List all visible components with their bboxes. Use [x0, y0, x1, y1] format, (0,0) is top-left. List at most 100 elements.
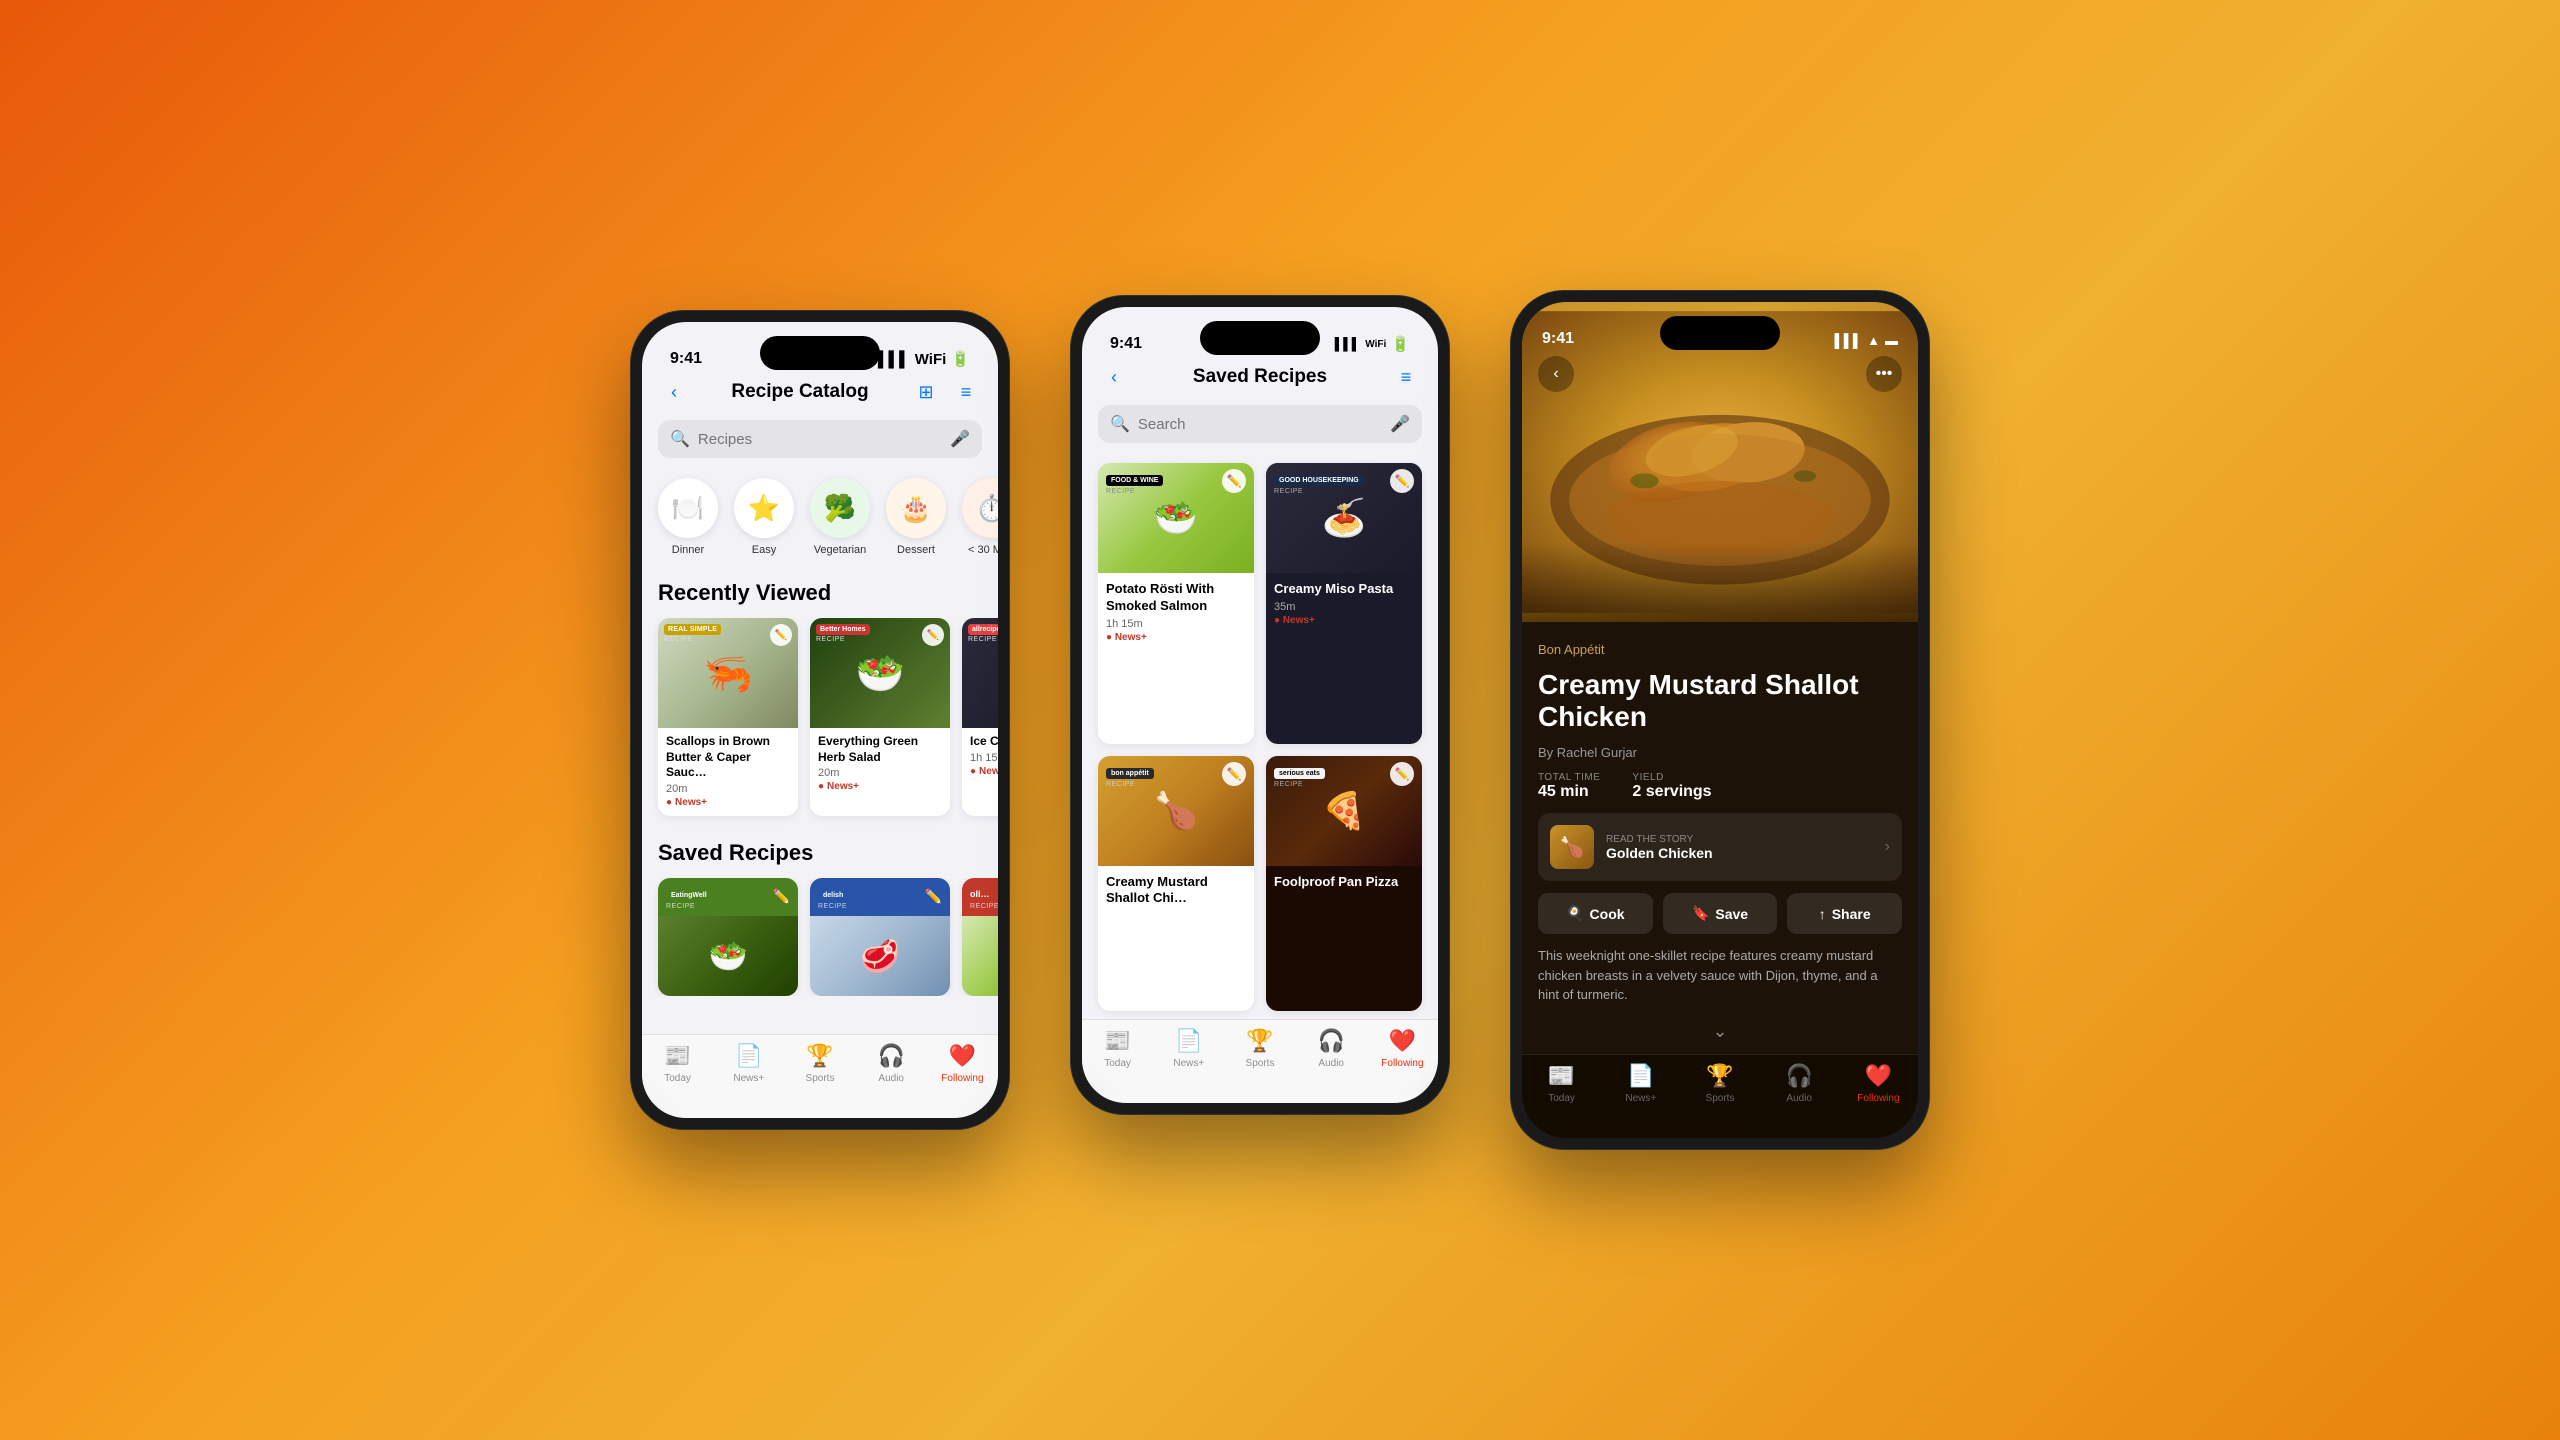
foodwine-badge: FOOD & WINE: [1106, 475, 1163, 486]
tab-newsplus-3[interactable]: 📄 News+: [1601, 1063, 1680, 1104]
tab-sports-1[interactable]: 🏆 Sports: [784, 1043, 855, 1084]
save-button[interactable]: 🔖 Save: [1663, 893, 1778, 934]
category-dessert[interactable]: 🎂 Dessert: [886, 478, 946, 556]
bonapp-badge: bon appétit: [1106, 768, 1154, 779]
tab-newsplus-1[interactable]: 📄 News+: [713, 1043, 784, 1084]
tab-today-1[interactable]: 📰 Today: [642, 1043, 713, 1084]
yield-value: 2 servings: [1632, 783, 1711, 800]
screen-saved-recipes: 9:41 ▌▌▌ WiFi 🔋 ‹ Saved Recipes ≡ 🔍 🎤: [1082, 307, 1438, 1103]
menu-icon-2[interactable]: ≡: [1390, 361, 1422, 393]
sports-label-1: Sports: [806, 1073, 835, 1084]
salad-title: Everything Green Herb Salad: [818, 734, 942, 765]
nav-title-2: Saved Recipes: [1193, 366, 1327, 388]
mic-icon-1[interactable]: 🎤: [950, 429, 970, 449]
icecream-tag: ● News+: [970, 766, 998, 777]
grid-card-mustard-chicken[interactable]: 🍗 bon appétit RECIPE ✏️ Creamy Mustard S…: [1098, 756, 1254, 1012]
share-button[interactable]: ↑ Share: [1787, 893, 1902, 934]
miso-pasta-bookmark[interactable]: ✏️: [1390, 469, 1414, 493]
grid-card-miso-pasta[interactable]: 🍝 GOOD HOUSEKEEPING RECIPE ✏️ Creamy Mis…: [1266, 463, 1422, 744]
phones-container: 9:41 ▌▌▌ WiFi 🔋 ‹ Recipe Catalog ⊞ ≡ 🔍: [630, 290, 1930, 1150]
tab-today-3[interactable]: 📰 Today: [1522, 1063, 1601, 1104]
scallops-edit-btn[interactable]: ✏️: [770, 624, 792, 646]
category-easy[interactable]: ⭐ Easy: [734, 478, 794, 556]
yield-label: YIELD: [1632, 772, 1711, 783]
search-bar-1[interactable]: 🔍 🎤: [658, 420, 982, 458]
hero-more-button[interactable]: •••: [1866, 356, 1902, 392]
wifi-icon-3: ▲: [1867, 333, 1880, 348]
tab-following-1[interactable]: ❤️ Following: [927, 1043, 998, 1084]
today-icon-2: 📰: [1104, 1028, 1131, 1054]
save-icon: 🔖: [1692, 905, 1709, 922]
mustard-chicken-bookmark[interactable]: ✏️: [1222, 762, 1246, 786]
sports-label-2: Sports: [1246, 1058, 1275, 1069]
pan-pizza-bookmark[interactable]: ✏️: [1390, 762, 1414, 786]
scallops-time: 20m: [666, 783, 790, 795]
dynamic-island: [760, 336, 880, 370]
back-button-2[interactable]: ‹: [1098, 361, 1130, 393]
tab-following-2[interactable]: ❤️ Following: [1367, 1028, 1438, 1069]
rv-card-icecream[interactable]: 🍰 allrecipes RECIPE ✏️ Ice Cr… Cake… 1h …: [962, 618, 998, 816]
potato-rosti-tag: ● News+: [1106, 632, 1246, 643]
delish-bookmark[interactable]: ✏️: [925, 888, 942, 905]
saved-recipes-header-1: Saved Recipes: [642, 832, 998, 878]
tab-sports-2[interactable]: 🏆 Sports: [1224, 1028, 1295, 1069]
saved-card-eatingwell[interactable]: EatingWell RECIPE ✏️ 🥗: [658, 878, 798, 996]
read-story-card[interactable]: 🍗 READ THE STORY Golden Chicken ›: [1538, 813, 1902, 881]
search-bar-2[interactable]: 🔍 🎤: [1098, 405, 1422, 443]
eatingwell-img: 🥗: [658, 916, 798, 996]
eatingwell-badge: EatingWell: [666, 890, 712, 901]
miso-pasta-header: GOOD HOUSEKEEPING RECIPE ✏️: [1266, 463, 1422, 501]
grid-card-potato-rosti[interactable]: 🥗 FOOD & WINE RECIPE ✏️ Potato Rösti Wit…: [1098, 463, 1254, 744]
newsplus-label-3: News+: [1625, 1093, 1656, 1104]
save-label: Save: [1715, 906, 1748, 922]
rv-card-salad-img: 🥗 Better Homes RECIPE ✏️: [810, 618, 950, 728]
rv-card-icecream-img: 🍰 allrecipes RECIPE ✏️: [962, 618, 998, 728]
category-dinner[interactable]: 🍽️ Dinner: [658, 478, 718, 556]
time-1: 9:41: [670, 350, 702, 368]
search-input-2[interactable]: [1138, 416, 1382, 433]
back-button-1[interactable]: ‹: [658, 376, 690, 408]
tab-audio-3[interactable]: 🎧 Audio: [1760, 1063, 1839, 1104]
search-input-1[interactable]: [698, 431, 942, 448]
icecream-badge: allrecipes RECIPE: [968, 624, 998, 643]
eatingwell-bookmark[interactable]: ✏️: [773, 888, 790, 905]
saved-card-delish[interactable]: delish RECIPE ✏️ 🥩: [810, 878, 950, 996]
today-label-2: Today: [1104, 1058, 1131, 1069]
tab-audio-1[interactable]: 🎧 Audio: [856, 1043, 927, 1084]
saved-card-oli[interactable]: oli… RECIPE ✏️ 🍋: [962, 878, 998, 996]
tab-newsplus-2[interactable]: 📄 News+: [1153, 1028, 1224, 1069]
audio-icon-1: 🎧: [878, 1043, 905, 1069]
signal-icon-3: ▌▌▌: [1834, 333, 1862, 348]
mustard-chicken-header: bon appétit RECIPE ✏️: [1098, 756, 1254, 794]
newsplus-label-1: News+: [733, 1073, 764, 1084]
tab-audio-2[interactable]: 🎧 Audio: [1296, 1028, 1367, 1069]
tab-following-3[interactable]: ❤️ Following: [1839, 1063, 1918, 1104]
mic-icon-2[interactable]: 🎤: [1390, 414, 1410, 434]
audio-label-1: Audio: [878, 1073, 904, 1084]
rv-card-salad[interactable]: 🥗 Better Homes RECIPE ✏️ Everything Gree…: [810, 618, 950, 816]
hero-back-button[interactable]: ‹: [1538, 356, 1574, 392]
tab-bar-1: 📰 Today 📄 News+ 🏆 Sports 🎧 Audio ❤️: [642, 1034, 998, 1118]
scroll-down-icon[interactable]: ⌄: [1538, 1021, 1902, 1042]
total-time-value: 45 min: [1538, 783, 1589, 800]
cook-button[interactable]: 🍳 Cook: [1538, 893, 1653, 934]
potato-rosti-bookmark[interactable]: ✏️: [1222, 469, 1246, 493]
tab-today-2[interactable]: 📰 Today: [1082, 1028, 1153, 1069]
grid-icon[interactable]: ⊞: [910, 376, 942, 408]
today-label-1: Today: [664, 1073, 691, 1084]
sports-icon-1: 🏆: [806, 1043, 833, 1069]
grid-card-pan-pizza[interactable]: 🍕 serious eats RECIPE ✏️ Foolproof Pan P…: [1266, 756, 1422, 1012]
audio-icon-3: 🎧: [1786, 1063, 1813, 1089]
menu-icon[interactable]: ≡: [950, 376, 982, 408]
potato-rosti-time: 1h 15m: [1106, 618, 1246, 630]
miso-pasta-img-container: 🍝 GOOD HOUSEKEEPING RECIPE ✏️: [1266, 463, 1422, 573]
salad-edit-btn[interactable]: ✏️: [922, 624, 944, 646]
tab-sports-3[interactable]: 🏆 Sports: [1680, 1063, 1759, 1104]
rv-card-scallops[interactable]: 🦐 REAL SIMPLE RECIPE ✏️ Scallops in Brow…: [658, 618, 798, 816]
battery-icon-3: ▬: [1885, 333, 1898, 348]
oli-recipe-label: RECIPE: [970, 903, 998, 910]
category-vegetarian[interactable]: 🥦 Vegetarian: [810, 478, 870, 556]
recipe-grid: 🥗 FOOD & WINE RECIPE ✏️ Potato Rösti Wit…: [1082, 455, 1438, 1019]
category-30mins[interactable]: ⏱️ < 30 Mins: [962, 478, 998, 556]
following-icon-2: ❤️: [1389, 1028, 1416, 1054]
